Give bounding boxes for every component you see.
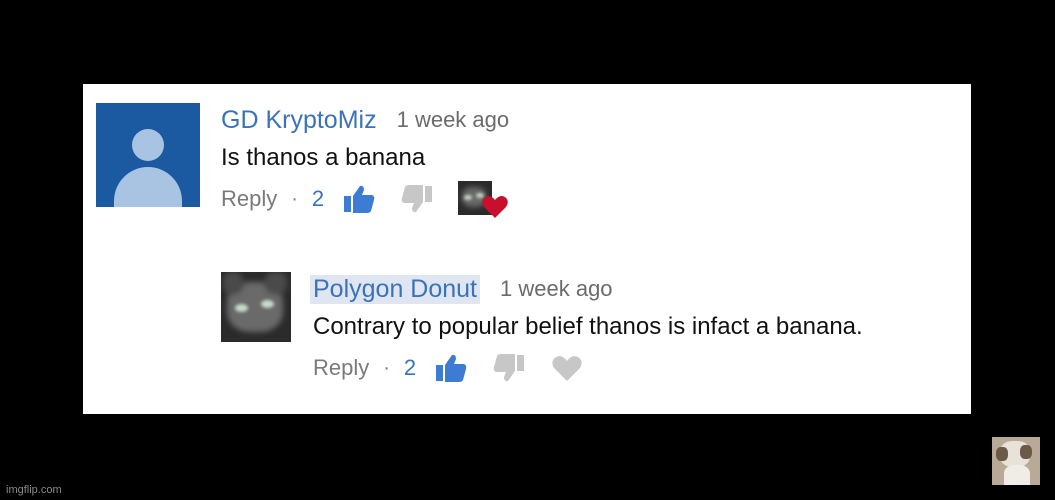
separator: · bbox=[383, 356, 390, 379]
avatar[interactable] bbox=[96, 103, 200, 207]
like-count: 2 bbox=[403, 355, 417, 380]
cat-photo bbox=[992, 437, 1040, 485]
heart-icon bbox=[482, 196, 508, 218]
avatar-body-shape bbox=[114, 167, 182, 207]
thumbs-up-icon[interactable] bbox=[342, 184, 376, 214]
thumbs-up-icon[interactable] bbox=[434, 353, 468, 383]
comment-header: Polygon Donut 1 week ago bbox=[310, 272, 863, 306]
watermark: imgflip.com bbox=[6, 484, 62, 496]
author-name[interactable]: GD KryptoMiz bbox=[221, 106, 377, 135]
comment-text: Contrary to popular belief thanos is inf… bbox=[313, 313, 863, 340]
avatar-head-shape bbox=[132, 129, 164, 161]
author-name[interactable]: Polygon Donut bbox=[310, 274, 481, 304]
timestamp[interactable]: 1 week ago bbox=[397, 107, 510, 133]
like-count: 2 bbox=[311, 186, 325, 211]
avatar[interactable] bbox=[221, 272, 291, 342]
comment-actions: Reply · 2 bbox=[313, 348, 863, 388]
comment-body: GD KryptoMiz 1 week ago Is thanos a bana… bbox=[221, 103, 510, 219]
creator-heart-badge[interactable] bbox=[458, 181, 510, 218]
heart-icon[interactable] bbox=[550, 353, 584, 383]
reply-button[interactable]: Reply bbox=[313, 355, 369, 381]
separator: · bbox=[291, 187, 298, 210]
comment-header: GD KryptoMiz 1 week ago bbox=[221, 103, 510, 137]
thumbs-down-icon[interactable] bbox=[400, 184, 434, 214]
thumbs-down-icon[interactable] bbox=[492, 353, 526, 383]
comment-card: GD KryptoMiz 1 week ago Is thanos a bana… bbox=[83, 84, 971, 414]
comment-text: Is thanos a banana bbox=[221, 144, 426, 171]
reply-button[interactable]: Reply bbox=[221, 186, 277, 212]
timestamp[interactable]: 1 week ago bbox=[500, 276, 613, 302]
comment-body: Polygon Donut 1 week ago Contrary to pop… bbox=[310, 272, 863, 388]
comment-actions: Reply · 2 bbox=[221, 179, 510, 219]
